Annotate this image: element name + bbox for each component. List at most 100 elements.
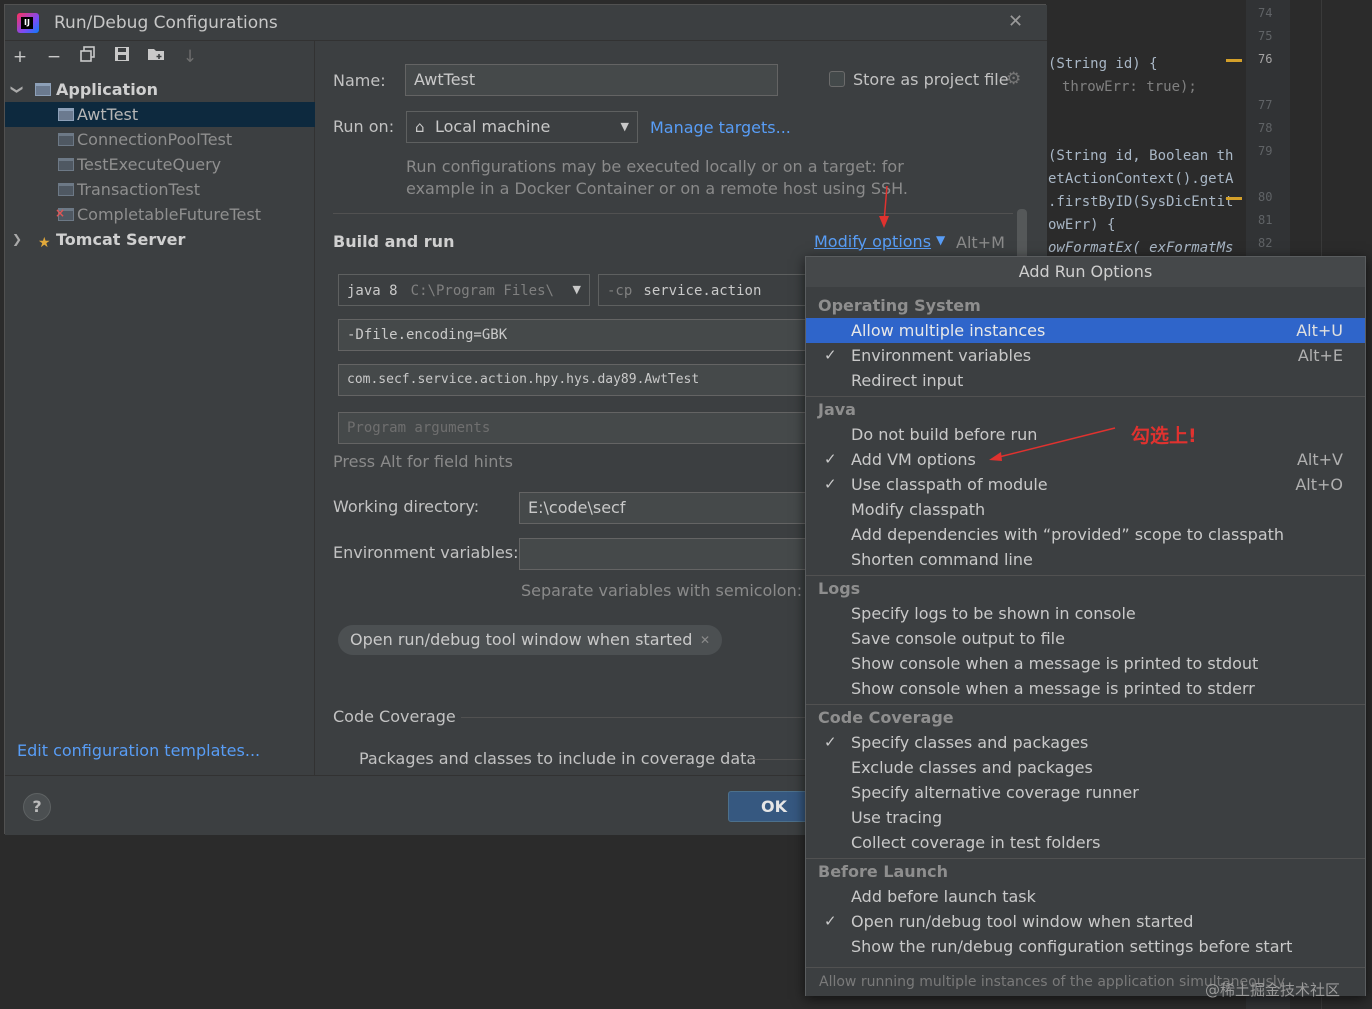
dialog-title: Run/Debug Configurations <box>54 13 278 33</box>
option-label: Modify classpath <box>851 500 986 519</box>
runon-hint-line1: Run configurations may be executed local… <box>406 157 904 176</box>
manage-targets-link[interactable]: Manage targets... <box>650 118 791 137</box>
option-open-tool-window[interactable]: ✓ Open run/debug tool window when starte… <box>806 909 1365 934</box>
option-logs-console[interactable]: Specify logs to be shown in console <box>806 601 1365 626</box>
option-modify-classpath[interactable]: Modify classpath <box>806 497 1365 522</box>
option-label: Show console when a message is printed t… <box>851 679 1255 698</box>
option-alt-runner[interactable]: Specify alternative coverage runner <box>806 780 1365 805</box>
divider <box>749 759 811 760</box>
remove-icon[interactable]: − <box>43 46 65 68</box>
chevron-right-icon[interactable]: ❯ <box>12 227 22 252</box>
config-tree-panel: + − ↓ ❯ Application AwtTest ConnectionPo… <box>5 41 315 775</box>
option-add-before-launch[interactable]: Add before launch task <box>806 884 1365 909</box>
tree-toolbar: + − ↓ <box>5 41 315 73</box>
tree-node-tomcat[interactable]: ❯ ★ Tomcat Server <box>5 227 315 252</box>
name-input[interactable]: AwtTest <box>405 64 778 96</box>
divider <box>806 704 1365 705</box>
code-line: (String id) { <box>1048 56 1158 72</box>
close-icon[interactable]: ✕ <box>700 625 710 655</box>
tree-item-connectionpooltest[interactable]: ConnectionPoolTest <box>5 127 315 152</box>
gear-icon[interactable]: ⚙ <box>1006 69 1021 89</box>
tree-item-transactiontest[interactable]: TransactionTest <box>5 177 315 202</box>
check-icon: ✓ <box>824 450 837 468</box>
tree-node-label: Tomcat Server <box>56 230 186 249</box>
store-project-checkbox[interactable] <box>829 71 845 87</box>
option-exclude-classes[interactable]: Exclude classes and packages <box>806 755 1365 780</box>
alt-hint: Press Alt for field hints <box>333 452 513 471</box>
store-project-label: Store as project file <box>853 70 1009 89</box>
option-collect-tests[interactable]: Collect coverage in test folders <box>806 830 1365 855</box>
option-label: Redirect input <box>851 371 964 390</box>
option-label: Add before launch task <box>851 887 1036 906</box>
cp-value: service.action <box>643 283 762 299</box>
code-line: .firstByID(SysDicEntit <box>1048 194 1234 210</box>
option-label: Exclude classes and packages <box>851 758 1093 777</box>
error-config-icon <box>55 201 74 226</box>
save-icon[interactable] <box>111 46 133 68</box>
tree-item-completablefuturetest[interactable]: CompletableFutureTest <box>5 201 315 227</box>
option-label: Environment variables <box>851 346 1032 365</box>
code-area: (String id) { throwErr: true); (String i… <box>1046 0 1246 270</box>
line-number: 74 <box>1258 6 1273 20</box>
option-label: Allow multiple instances <box>851 321 1046 340</box>
title-bar: IJ Run/Debug Configurations ✕ <box>5 5 1047 41</box>
chevron-down-icon[interactable]: ▼ <box>936 233 945 247</box>
classpath-combo[interactable]: -cp service.action <box>598 274 810 306</box>
workdir-input[interactable]: E:\code\secf <box>519 492 810 524</box>
option-use-classpath[interactable]: ✓ Use classpath of module Alt+O <box>806 472 1365 497</box>
env-input[interactable] <box>519 538 810 570</box>
runon-combo[interactable]: ⌂ Local machine ▼ <box>406 111 638 143</box>
add-run-options-popup: Add Run Options Operating System Allow m… <box>805 256 1366 996</box>
modify-options-link[interactable]: Modify options <box>814 232 931 251</box>
option-add-provided[interactable]: Add dependencies with “provided” scope t… <box>806 522 1365 547</box>
group-java: Java <box>818 400 856 419</box>
chip-label: Open run/debug tool window when started <box>350 630 693 649</box>
close-icon[interactable]: ✕ <box>1008 11 1023 32</box>
watermark: @稀土掘金技术社区 <box>1205 981 1341 999</box>
option-allow-multiple-instances[interactable]: Allow multiple instances Alt+U <box>806 318 1365 343</box>
chevron-down-icon[interactable]: ❯ <box>5 84 30 94</box>
vm-options-input[interactable]: -Dfile.encoding=GBK <box>338 319 810 351</box>
option-show-settings[interactable]: Show the run/debug configuration setting… <box>806 934 1365 959</box>
main-class-input[interactable]: com.secf.service.action.hpy.hys.day89.Aw… <box>338 364 810 396</box>
tree-node-application[interactable]: ❯ Application <box>5 77 315 102</box>
option-show-stdout[interactable]: Show console when a message is printed t… <box>806 651 1365 676</box>
line-number: 76 <box>1258 52 1273 66</box>
option-label: Collect coverage in test folders <box>851 833 1101 852</box>
folder-icon[interactable] <box>145 46 167 68</box>
option-label: Save console output to file <box>851 629 1065 648</box>
jre-path: C:\Program Files\ <box>410 283 554 299</box>
build-run-heading: Build and run <box>333 232 455 251</box>
check-icon: ✓ <box>824 346 837 364</box>
option-redirect-input[interactable]: Redirect input <box>806 368 1365 393</box>
code-line: owErr) { <box>1048 217 1116 233</box>
add-icon[interactable]: + <box>9 46 31 68</box>
tree-item-label: TestExecuteQuery <box>77 155 222 174</box>
option-environment-variables[interactable]: ✓ Environment variables Alt+E <box>806 343 1365 368</box>
tree-item-awttest[interactable]: AwtTest <box>5 102 315 127</box>
option-label: Specify classes and packages <box>851 733 1089 752</box>
modify-shortcut: Alt+M <box>956 233 1005 252</box>
open-tool-window-chip[interactable]: Open run/debug tool window when started … <box>338 625 722 655</box>
option-specify-classes[interactable]: ✓ Specify classes and packages <box>806 730 1365 755</box>
divider <box>806 575 1365 576</box>
option-label: Shorten command line <box>851 550 1033 569</box>
tree-item-testexecutequery[interactable]: TestExecuteQuery <box>5 152 315 177</box>
edit-templates-link[interactable]: Edit configuration templates... <box>17 741 260 760</box>
option-label: Use classpath of module <box>851 475 1048 494</box>
help-button[interactable]: ? <box>23 793 51 821</box>
option-use-tracing[interactable]: Use tracing <box>806 805 1365 830</box>
option-shorten-command-line[interactable]: Shorten command line <box>806 547 1365 572</box>
program-args-input[interactable]: Program arguments <box>338 412 810 444</box>
sort-icon[interactable]: ↓ <box>179 46 201 68</box>
jre-combo[interactable]: java 8 C:\Program Files\ ▼ <box>338 274 590 306</box>
option-label: Use tracing <box>851 808 943 827</box>
line-number: 75 <box>1258 29 1273 43</box>
option-shortcut: Alt+O <box>1295 475 1343 494</box>
application-config-icon <box>58 158 74 171</box>
copy-icon[interactable] <box>77 46 99 68</box>
option-show-stderr[interactable]: Show console when a message is printed t… <box>806 676 1365 701</box>
check-icon: ✓ <box>824 475 837 493</box>
group-logs: Logs <box>818 579 861 598</box>
option-save-console[interactable]: Save console output to file <box>806 626 1365 651</box>
